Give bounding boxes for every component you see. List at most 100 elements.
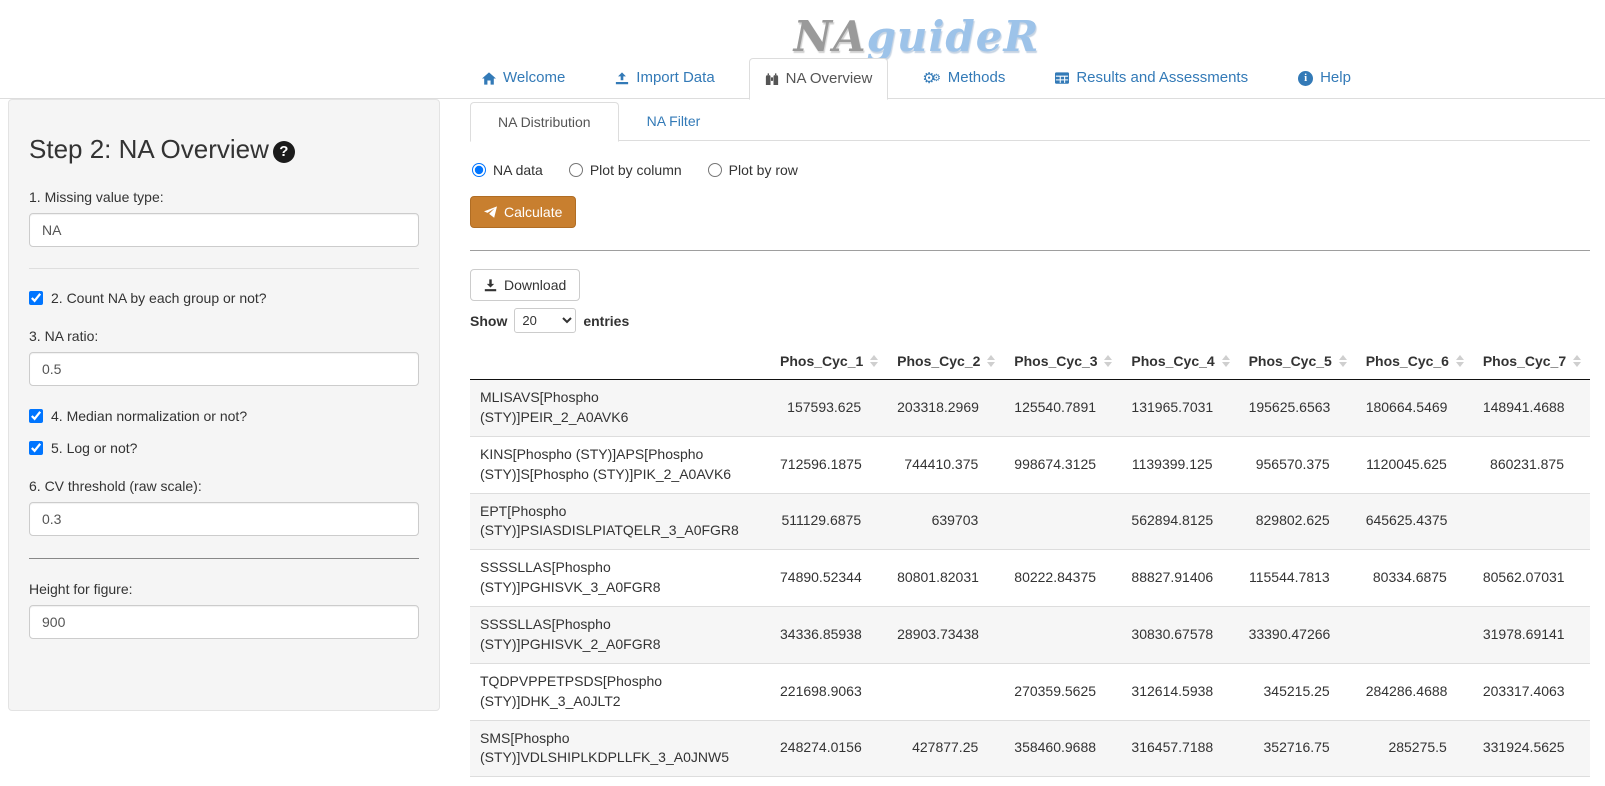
plot-radio-group: NA data Plot by column Plot by row: [472, 162, 1588, 178]
binoculars-icon: [765, 73, 779, 86]
table-length-control: Show 20 entries: [470, 308, 1590, 333]
column-label: Phos_Cyc_2: [897, 353, 980, 369]
value-cell: 285275.5: [1356, 720, 1473, 777]
log-checkbox[interactable]: [29, 441, 43, 455]
value-cell: 562894.8125: [1121, 493, 1238, 550]
radio-input-plot-by-column[interactable]: [569, 163, 583, 177]
column-header-phos-cyc-7[interactable]: Phos_Cyc_7: [1473, 343, 1590, 380]
radio-label: NA data: [493, 162, 543, 178]
table-row[interactable]: SSSSLLAS[Phospho (STY)]PGHISVK_3_A0FGR87…: [470, 550, 1590, 607]
value-cell: 31978.69141: [1473, 607, 1590, 664]
row-name-cell: TQDPVPPETPSDS[Phospho (STY)]DHK_3_A0JLT2: [470, 663, 770, 720]
na-data-table: Phos_Cyc_1 Phos_Cyc_2 Phos_Cyc_3 Phos_Cyc_4…: [470, 343, 1590, 777]
tab-results-and-assessments[interactable]: Results and Assessments: [1039, 57, 1264, 99]
sidebar-divider-dark: [29, 558, 419, 559]
column-header-phos-cyc-5[interactable]: Phos_Cyc_5: [1239, 343, 1356, 380]
figure-height-input[interactable]: [29, 605, 419, 639]
subtab-na-distribution[interactable]: NA Distribution: [470, 102, 619, 141]
sidebar-title: Step 2: NA Overview?: [29, 134, 419, 165]
download-button[interactable]: Download: [470, 269, 580, 301]
row-name-cell: MLISAVS[Phospho (STY)]PEIR_2_A0AVK6: [470, 380, 770, 437]
entries-select[interactable]: 20: [514, 308, 576, 333]
sort-icon[interactable]: [987, 355, 995, 367]
nav-label: NA Overview: [786, 69, 873, 89]
value-cell: 80562.07031: [1473, 550, 1590, 607]
table-row[interactable]: TQDPVPPETPSDS[Phospho (STY)]DHK_3_A0JLT2…: [470, 663, 1590, 720]
sort-icon[interactable]: [870, 355, 878, 367]
value-cell: 80222.84375: [1004, 550, 1121, 607]
column-label: Phos_Cyc_3: [1014, 353, 1097, 369]
sort-icon[interactable]: [1104, 355, 1112, 367]
radio-input-na-data[interactable]: [472, 163, 486, 177]
value-cell: 270359.5625: [1004, 663, 1121, 720]
show-label: Show: [470, 313, 507, 329]
subtab-na-filter[interactable]: NA Filter: [619, 101, 729, 141]
nav-label: Results and Assessments: [1076, 68, 1248, 88]
value-cell: [887, 663, 1004, 720]
row-name-cell: SMS[Phospho (STY)]VDLSHIPLKDPLLFK_3_A0JN…: [470, 720, 770, 777]
tab-na-overview[interactable]: NA Overview: [749, 58, 889, 99]
value-cell: [1004, 607, 1121, 664]
radio-plot-by-column[interactable]: Plot by column: [569, 162, 682, 178]
sort-icon[interactable]: [1573, 355, 1581, 367]
sort-icon[interactable]: [1456, 355, 1464, 367]
logo-part-na: NA: [794, 12, 867, 61]
na-ratio-input[interactable]: [29, 352, 419, 386]
column-header-phos-cyc-4[interactable]: Phos_Cyc_4: [1121, 343, 1238, 380]
cv-threshold-input[interactable]: [29, 502, 419, 536]
tab-welcome[interactable]: Welcome: [466, 57, 581, 99]
median-normalization-checkbox[interactable]: [29, 409, 43, 423]
main-divider: [470, 250, 1590, 251]
tab-methods[interactable]: ⚙⚙Methods: [906, 57, 1021, 99]
column-header-phos-cyc-1[interactable]: Phos_Cyc_1: [770, 343, 887, 380]
subtab-label: NA Filter: [647, 113, 701, 129]
value-cell: 312614.5938: [1121, 663, 1238, 720]
column-header-phos-cyc-6[interactable]: Phos_Cyc_6: [1356, 343, 1473, 380]
main-navbar: Welcome Import Data NA Overview ⚙⚙Methods Re…: [0, 58, 1605, 99]
calculate-button[interactable]: Calculate: [470, 196, 576, 228]
value-cell: 645625.4375: [1356, 493, 1473, 550]
table-row[interactable]: EPT[Phospho (STY)]PSIASDISLPIATQELR_3_A0…: [470, 493, 1590, 550]
table-row[interactable]: KINS[Phospho (STY)]APS[Phospho (STY)]S[P…: [470, 436, 1590, 493]
value-cell: 284286.4688: [1356, 663, 1473, 720]
column-header-phos-cyc-2[interactable]: Phos_Cyc_2: [887, 343, 1004, 380]
info-circle-icon: i: [1298, 71, 1313, 86]
table-row[interactable]: SMS[Phospho (STY)]VDLSHIPLKDPLLFK_3_A0JN…: [470, 720, 1590, 777]
value-cell: [1473, 493, 1590, 550]
table-icon: [1055, 72, 1069, 84]
sort-icon[interactable]: [1222, 355, 1230, 367]
paper-plane-icon: [484, 206, 497, 218]
value-cell: 195625.6563: [1239, 380, 1356, 437]
value-cell: 180664.5469: [1356, 380, 1473, 437]
table-header-row: Phos_Cyc_1 Phos_Cyc_2 Phos_Cyc_3 Phos_Cyc_4…: [470, 343, 1590, 380]
radio-label: Plot by row: [729, 162, 798, 178]
tab-import-data[interactable]: Import Data: [599, 57, 730, 99]
table-row[interactable]: SSSSLLAS[Phospho (STY)]PGHISVK_2_A0FGR83…: [470, 607, 1590, 664]
value-cell: 345215.25: [1239, 663, 1356, 720]
value-cell: 34336.85938: [770, 607, 887, 664]
table-row[interactable]: MLISAVS[Phospho (STY)]PEIR_2_A0AVK615759…: [470, 380, 1590, 437]
sort-icon[interactable]: [1339, 355, 1347, 367]
nav-label: Welcome: [503, 68, 565, 88]
column-header-phos-cyc-3[interactable]: Phos_Cyc_3: [1004, 343, 1121, 380]
value-cell: 956570.375: [1239, 436, 1356, 493]
question-circle-icon[interactable]: ?: [273, 141, 295, 163]
count-na-checkbox[interactable]: [29, 291, 43, 305]
column-label: Phos_Cyc_5: [1249, 353, 1332, 369]
radio-input-plot-by-row[interactable]: [708, 163, 722, 177]
entries-label: entries: [583, 313, 629, 329]
value-cell: 125540.7891: [1004, 380, 1121, 437]
value-cell: 221698.9063: [770, 663, 887, 720]
missing-value-input[interactable]: [29, 213, 419, 247]
radio-plot-by-row[interactable]: Plot by row: [708, 162, 798, 178]
row-name-cell: SSSSLLAS[Phospho (STY)]PGHISVK_3_A0FGR8: [470, 550, 770, 607]
subtab-bar-wrap: NA Distribution NA Filter: [470, 99, 1590, 141]
upload-icon: [615, 72, 629, 85]
value-cell: 511129.6875: [770, 493, 887, 550]
column-label: Phos_Cyc_7: [1483, 353, 1566, 369]
row-name-cell: KINS[Phospho (STY)]APS[Phospho (STY)]S[P…: [470, 436, 770, 493]
log-label: 5. Log or not?: [51, 440, 137, 456]
radio-na-data[interactable]: NA data: [472, 162, 543, 178]
value-cell: 74890.52344: [770, 550, 887, 607]
tab-help[interactable]: iHelp: [1282, 57, 1367, 99]
